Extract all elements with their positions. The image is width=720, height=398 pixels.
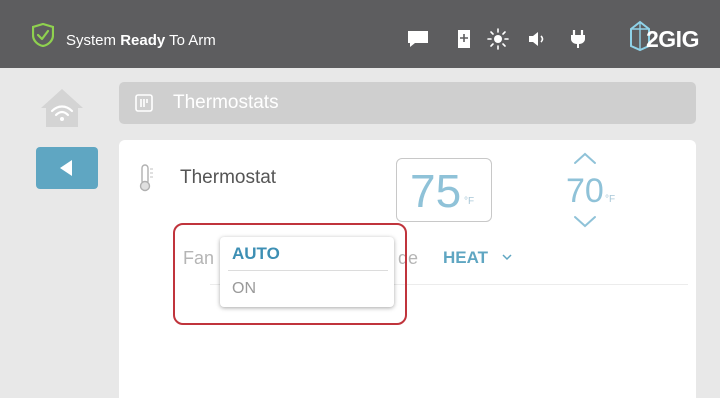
thermostat-name: Thermostat [180, 167, 277, 188]
brightness-icon[interactable] [486, 28, 510, 50]
volume-icon[interactable] [526, 28, 550, 50]
shield-check-icon [32, 23, 54, 47]
back-arrow-icon [60, 160, 72, 176]
back-button[interactable] [36, 147, 98, 189]
current-temp-unit: °F [464, 196, 475, 207]
page-header: Thermostats [119, 82, 696, 124]
home-wifi-icon[interactable] [38, 86, 86, 130]
status-bold: Ready [120, 32, 166, 49]
thermostat-icon [135, 94, 153, 112]
message-icon[interactable] [406, 28, 430, 50]
bookmark-icon[interactable] [452, 28, 476, 50]
page-title: Thermostats [173, 92, 279, 113]
setpoint-temp: 70 [566, 172, 604, 210]
status-suffix: To Arm [169, 32, 216, 49]
setpoint-unit: °F [605, 194, 616, 205]
highlight-annotation [173, 223, 407, 325]
mode-select[interactable]: HEAT [443, 248, 488, 268]
brand-name: 2GIG [646, 26, 699, 52]
setpoint-down-icon[interactable] [572, 214, 598, 230]
chevron-down-icon[interactable] [502, 253, 512, 261]
status-bar: System Ready To Arm 2GIG [0, 0, 720, 68]
status-prefix: System [66, 32, 117, 49]
setpoint-up-icon[interactable] [572, 150, 598, 166]
current-temp: 75 [410, 165, 462, 217]
plug-icon[interactable] [566, 28, 590, 50]
arm-status-text: System Ready To Arm [66, 32, 216, 50]
thermometer-icon [139, 164, 153, 192]
